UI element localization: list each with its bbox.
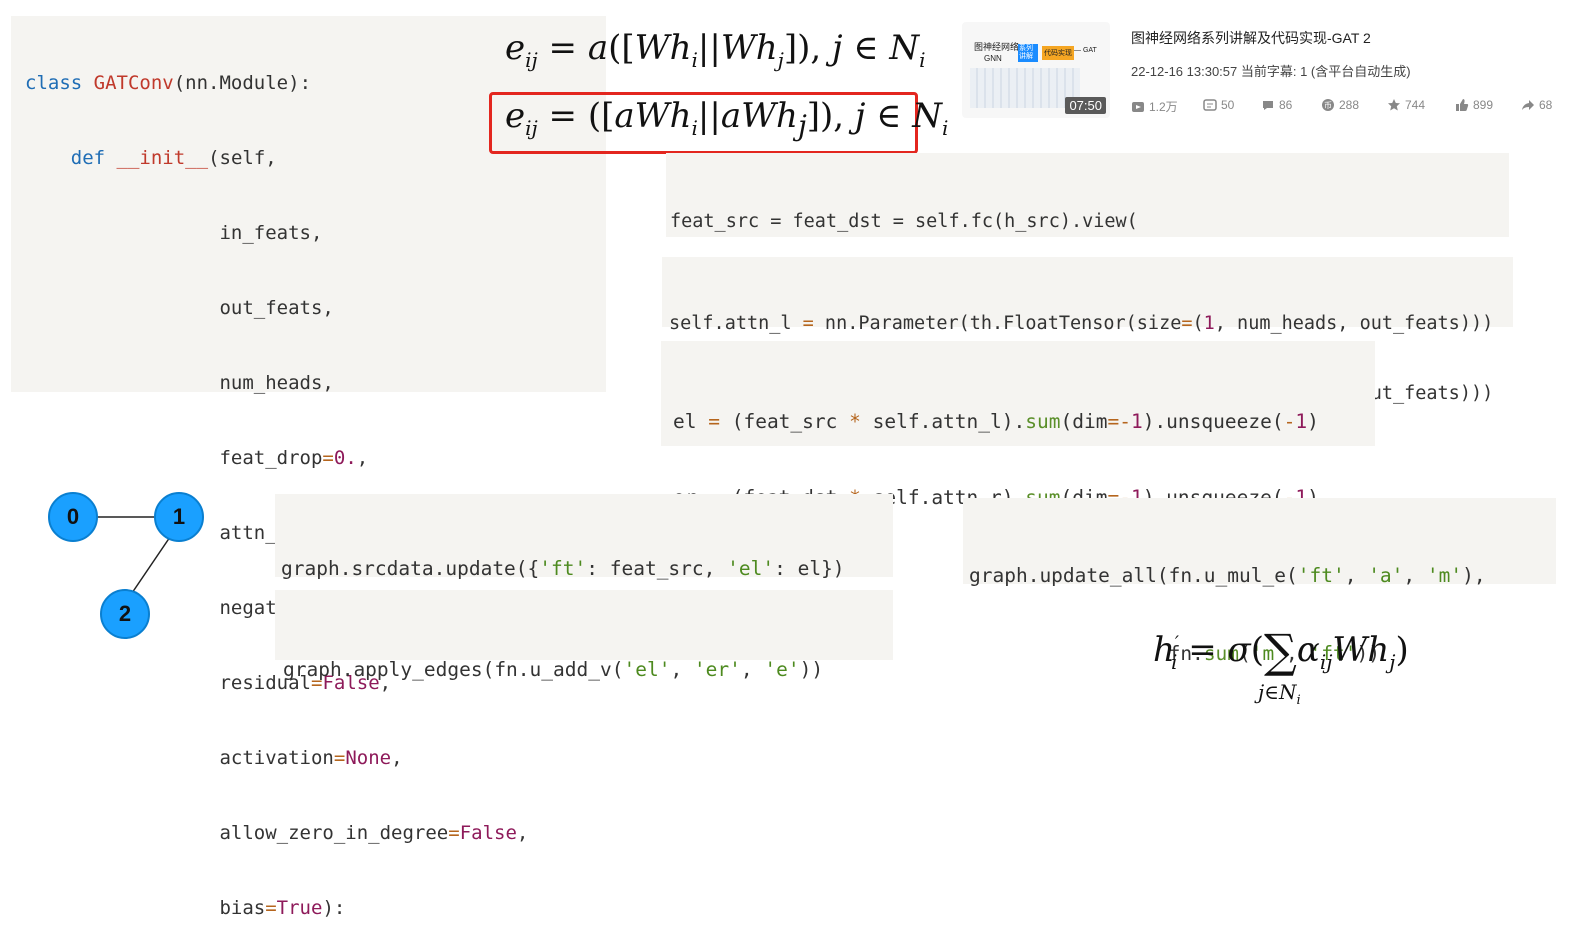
code-line: def __init__(self,	[70, 147, 277, 169]
stat-shares-value: 68	[1539, 98, 1553, 112]
graph-node-2: 2	[100, 589, 150, 639]
thumb-tag-1: 系列讲解	[1018, 44, 1038, 62]
code-line: graph.srcdata.update({'ft': feat_src, 'e…	[281, 557, 845, 580]
danmaku-icon	[1203, 99, 1217, 111]
stat-comments[interactable]: 86	[1261, 98, 1292, 112]
play-count-icon	[1132, 101, 1144, 112]
stat-danmaku: 50	[1203, 98, 1234, 112]
stat-likes-value: 899	[1473, 98, 1494, 112]
formula-sum-subscript: j∈Ni	[1258, 680, 1301, 708]
code-line: out_feats,	[25, 297, 334, 319]
thumbs-up-icon	[1456, 99, 1469, 111]
formula-eij-attention: eij = a([Whi||Whj]), j ∈ Ni	[505, 28, 926, 72]
thumb-tag-2: 代码实现	[1042, 46, 1074, 60]
code-line: graph.update_all(fn.u_mul_e('ft', 'a', '…	[969, 564, 1486, 587]
stat-favorites-value: 744	[1405, 98, 1426, 112]
code-line: el = (feat_src * self.attn_l).sum(dim=-1…	[673, 410, 1319, 433]
thumb-sub: GNN	[984, 54, 1002, 63]
video-thumbnail[interactable]: 图神经网络 GNN 系列讲解 代码实现 — GAT 07:50	[962, 22, 1110, 118]
thumb-tag-3: — GAT	[1074, 47, 1097, 54]
code-line: bias=True):	[25, 897, 346, 919]
code-line: graph.apply_edges(fn.u_add_v('el', 'er',…	[283, 658, 824, 681]
code-line: in_feats,	[25, 222, 323, 244]
stat-coins[interactable]: 币 288	[1321, 98, 1359, 112]
code-line: num_heads,	[25, 372, 334, 394]
stat-shares[interactable]: 68	[1521, 98, 1552, 112]
video-meta: 22-12-16 13:30:57 当前字幕: 1 (含平台自动生成)	[1131, 64, 1411, 79]
code-block-apply-edges: graph.apply_edges(fn.u_add_v('el', 'er',…	[283, 609, 823, 708]
comment-icon	[1263, 101, 1273, 110]
thumb-diagram	[970, 68, 1080, 108]
stat-comments-value: 86	[1279, 98, 1293, 112]
graph-node-0: 0	[48, 492, 98, 542]
formula-eij-split-attention: eij = ([aWhi||aWhj]), j ∈ Ni	[505, 96, 949, 142]
video-duration: 07:50	[1065, 97, 1106, 114]
svg-text:币: 币	[1324, 101, 1332, 110]
stat-likes[interactable]: 899	[1455, 98, 1493, 112]
star-icon	[1388, 99, 1400, 111]
code-line: feat_drop=0.,	[25, 447, 369, 469]
stat-favorites[interactable]: 744	[1387, 98, 1425, 112]
code-line: allow_zero_in_degree=False,	[25, 822, 529, 844]
thumb-title: 图神经网络	[974, 42, 1020, 52]
stat-views-value: 1.2万	[1149, 100, 1178, 114]
code-line: class GATConv(nn.Module):	[25, 72, 312, 94]
share-icon	[1522, 100, 1534, 110]
graph-edge-1-2	[131, 536, 171, 594]
code-line: activation=None,	[25, 747, 403, 769]
formula-h-prime: h′i = σ(∑αijWhj)	[1153, 624, 1409, 678]
stat-danmaku-value: 50	[1221, 98, 1235, 112]
graph-node-1: 1	[154, 492, 204, 542]
video-title[interactable]: 图神经网络系列讲解及代码实现-GAT 2	[1131, 28, 1371, 48]
code-line: feat_src = feat_dst = self.fc(h_src).vie…	[670, 211, 1138, 232]
stat-views: 1.2万	[1131, 98, 1178, 115]
code-line: self.attn_l = nn.Parameter(th.FloatTenso…	[669, 313, 1494, 334]
stat-coins-value: 288	[1339, 98, 1360, 112]
coin-icon: 币	[1322, 99, 1334, 111]
video-stats: 1.2万 50 86 币 288 744 899 68	[1131, 98, 1584, 114]
